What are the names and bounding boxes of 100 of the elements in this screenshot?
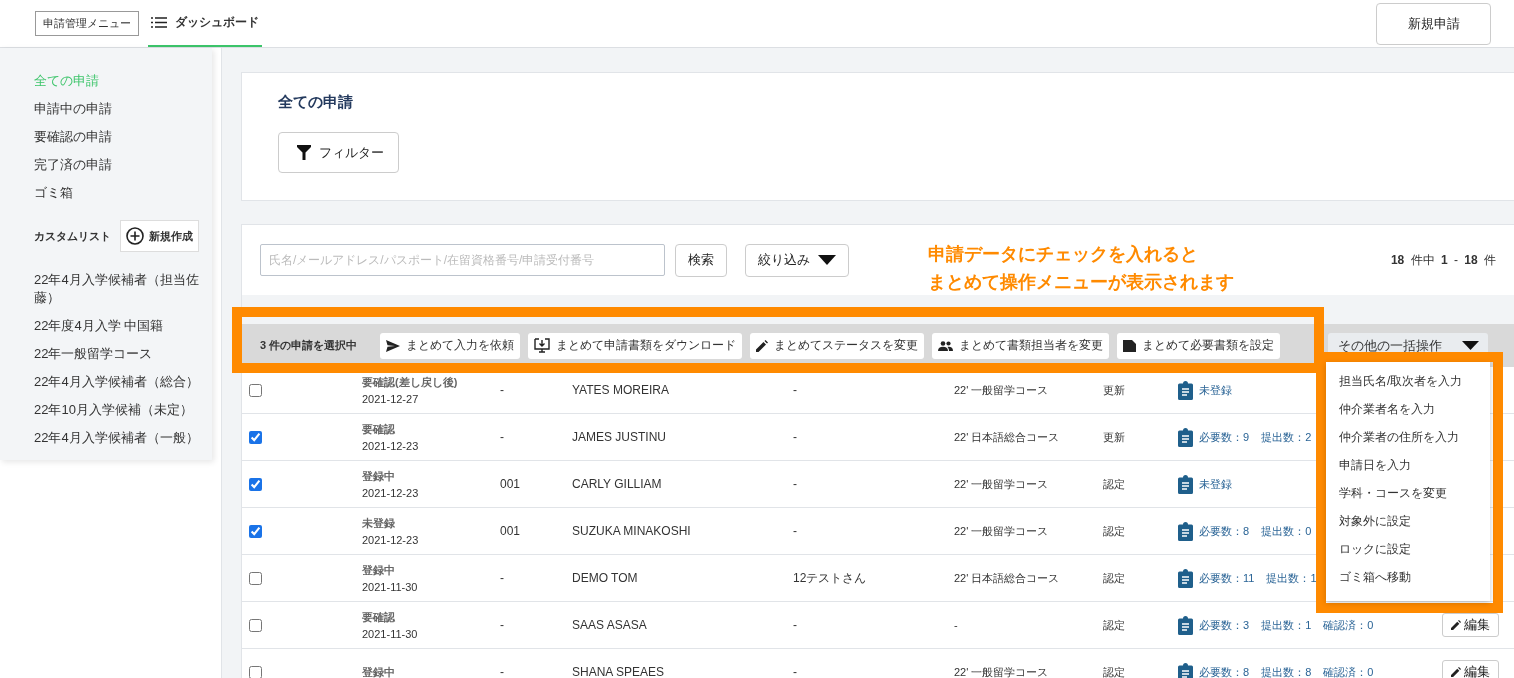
clipboard-icon	[1178, 568, 1193, 588]
funnel-icon	[297, 145, 311, 160]
document-count-link[interactable]: 未登録	[1199, 476, 1232, 492]
document-icon	[1123, 339, 1136, 352]
table-cell-text: -	[500, 430, 505, 444]
course-cell-text: 22' 一般留学コース	[954, 476, 1050, 492]
course-cell-text: 22' 日本語総合コース	[954, 570, 1061, 586]
edit-button[interactable]: 編集	[1442, 613, 1499, 637]
document-count-link[interactable]: 提出数：1	[1261, 617, 1312, 633]
type-cell-text: 更新	[1103, 429, 1126, 445]
document-count-link[interactable]: 未登録	[1199, 382, 1232, 398]
table-cell-text: 001	[500, 477, 522, 491]
row-checkbox[interactable]	[249, 383, 262, 397]
document-count-link[interactable]: 提出数：8	[1261, 664, 1312, 678]
clipboard-icon	[1178, 521, 1193, 541]
pagination-text: 18 件中 1 - 18 件	[1390, 251, 1496, 269]
name-cell-text: SUZUKA MINAKOSHI	[572, 524, 692, 538]
document-count-link[interactable]: 提出数：1	[1266, 570, 1317, 586]
table-cell-text: -	[793, 430, 798, 444]
caret-icon	[1461, 341, 1479, 350]
menu-item[interactable]: 申請日を入力	[1326, 451, 1490, 479]
custom-list-item[interactable]: 22年10月入学候補（未定）	[34, 396, 212, 424]
table-cell-text: -	[500, 618, 505, 632]
menu-item[interactable]: 担当氏名/取次者を入力	[1326, 367, 1490, 395]
bulk-action-button[interactable]: まとめてステータスを変更	[750, 332, 924, 359]
table-cell-text: -	[793, 524, 798, 538]
document-count-link[interactable]: 必要数：11	[1199, 570, 1255, 586]
document-count-link[interactable]: 提出数：2	[1261, 429, 1312, 445]
bulk-action-button[interactable]: まとめて必要書類を設定	[1117, 332, 1280, 359]
narrow-down-button[interactable]: 絞り込み	[745, 243, 849, 277]
name-cell-text: DEMO TOM	[572, 571, 639, 585]
type-cell-text: 認定	[1103, 617, 1126, 633]
custom-list-item[interactable]: 22年一般留学コース	[34, 340, 212, 368]
table-cell-text: -	[793, 477, 798, 491]
bulk-action-button[interactable]: まとめて書類担当者を変更	[932, 332, 1109, 359]
table-cell-text: -	[500, 383, 505, 397]
custom-list-item[interactable]: 22年度4月入学 中国籍	[34, 312, 212, 340]
table-cell-text: -	[500, 665, 505, 678]
custom-list-item[interactable]: 22年4月入学候補者（担当佐藤）	[34, 266, 212, 312]
custom-list-item[interactable]: 22年4月入学候補者（一般）	[34, 424, 212, 452]
row-checkbox[interactable]	[249, 477, 262, 491]
clipboard-icon	[1178, 474, 1193, 494]
new-application-button[interactable]: 新規申請	[1376, 2, 1491, 45]
row-checkbox[interactable]	[249, 571, 262, 585]
document-count-link[interactable]: 提出数：0	[1261, 523, 1312, 539]
bulk-action-button[interactable]: まとめて入力を依頼	[380, 332, 520, 359]
document-count-link[interactable]: 確認済：0	[1323, 664, 1374, 678]
custom-list-title: カスタムリスト	[34, 228, 111, 244]
type-cell-text: 認定	[1103, 570, 1126, 586]
course-cell-text: 22' 一般留学コース	[954, 664, 1050, 678]
sidebar-item[interactable]: 完了済の申請	[34, 156, 212, 184]
table-cell-text: -	[793, 665, 798, 678]
filter-button[interactable]: フィルター	[278, 132, 399, 173]
clipboard-icon	[1178, 615, 1193, 635]
sidebar-item[interactable]: ゴミ箱	[34, 184, 212, 212]
table-cell-text: 12テストさん	[793, 569, 868, 587]
type-cell-text: 更新	[1103, 382, 1126, 398]
search-field[interactable]: 氏名/メールアドレス/パスポート/在留資格番号/申請受付番号	[260, 244, 665, 276]
clipboard-icon	[1178, 427, 1193, 447]
status-cell-text: 未登録 2021-12-23	[362, 516, 420, 546]
status-cell-text: 登録中 2021-12-23	[362, 469, 420, 499]
course-cell-text: 22' 一般留学コース	[954, 382, 1050, 398]
row-checkbox[interactable]	[249, 665, 262, 678]
clipboard-icon	[1178, 380, 1193, 400]
document-count-link[interactable]: 確認済：0	[1323, 617, 1374, 633]
status-cell-text: 要確認(差し戻し後) 2021-12-27	[362, 375, 459, 405]
type-cell-text: 認定	[1103, 523, 1126, 539]
sidebar-item[interactable]: 要確認の申請	[34, 128, 212, 156]
name-cell-text: SHANA SPEAES	[572, 665, 666, 678]
plus-circle-icon	[126, 227, 144, 245]
menu-item[interactable]: 学科・コースを変更	[1326, 479, 1490, 507]
row-checkbox[interactable]	[249, 430, 262, 444]
document-count-link[interactable]: 必要数：3	[1199, 617, 1250, 633]
document-count-link[interactable]: 必要数：8	[1199, 523, 1250, 539]
menu-item[interactable]: 対象外に設定	[1326, 507, 1490, 535]
name-cell-text: YATES MOREIRA	[572, 383, 670, 397]
menu-item[interactable]: 仲介業者の住所を入力	[1326, 423, 1490, 451]
sidebar-item[interactable]: 申請中の申請	[34, 100, 212, 128]
menu-item[interactable]: ロックに設定	[1326, 535, 1490, 563]
status-cell-text: 登録中 2021-11-30	[362, 563, 419, 593]
bulk-action-button[interactable]: まとめて申請書類をダウンロード	[528, 332, 742, 359]
name-cell-text: CARLY GILLIAM	[572, 477, 663, 491]
people-icon	[938, 340, 953, 351]
new-list-button[interactable]: 新規作成	[120, 220, 199, 252]
menu-label[interactable]: 申請管理メニュー	[35, 11, 139, 36]
custom-list-item[interactable]: 22年4月入学候補者（総合）	[34, 368, 212, 396]
download-icon	[534, 338, 550, 353]
document-count-link[interactable]: 必要数：8	[1199, 664, 1250, 678]
menu-item[interactable]: 仲介業者名を入力	[1326, 395, 1490, 423]
edit-button[interactable]: 編集	[1442, 660, 1499, 678]
callout-text: 申請データにチェックを入れると まとめて操作メニューが表示されます	[928, 243, 1234, 294]
search-button[interactable]: 検索	[675, 243, 727, 277]
menu-item[interactable]: ゴミ箱へ移動	[1326, 563, 1490, 591]
name-cell-text: SAAS ASASA	[572, 618, 648, 632]
status-cell-text: 要確認 2021-11-30	[362, 610, 419, 640]
name-cell-text: JAMES JUSTINU	[572, 430, 667, 444]
document-count-link[interactable]: 必要数：9	[1199, 429, 1250, 445]
table-cell-text: -	[500, 571, 505, 585]
row-checkbox[interactable]	[249, 524, 262, 538]
row-checkbox[interactable]	[249, 618, 262, 632]
